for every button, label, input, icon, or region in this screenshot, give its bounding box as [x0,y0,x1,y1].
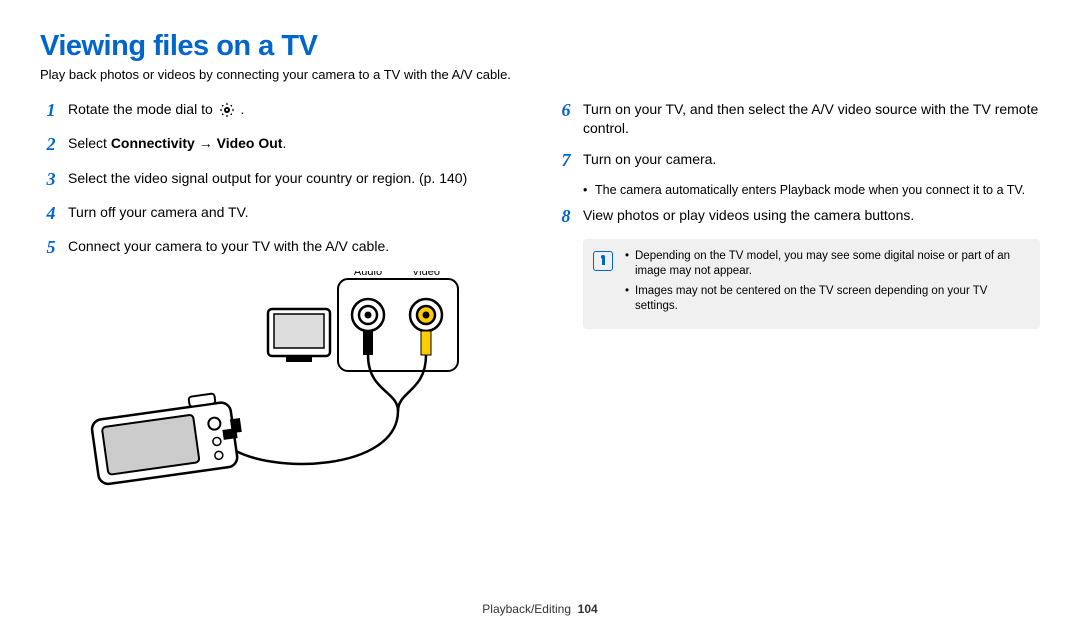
step-bold: Connectivity → Video Out [111,135,283,151]
step-text: Connect your camera to your TV with the … [68,235,525,256]
step-text: Select the video signal output for your … [68,167,525,188]
right-column: 6 Turn on your TV, and then select the A… [555,98,1040,501]
step-number: 5 [40,235,62,259]
page-footer: Playback/Editing 104 [0,602,1080,616]
step-number: 4 [40,201,62,225]
step-2: 2 Select Connectivity → Video Out. [40,132,525,156]
step-7: 7 Turn on your camera. [555,148,1040,172]
note-item: Depending on the TV model, you may see s… [625,249,1026,280]
step-sub-bullet: The camera automatically enters Playback… [583,182,1040,198]
note-item: Images may not be centered on the TV scr… [625,284,1026,315]
audio-label: Audio [354,271,382,278]
step-6: 6 Turn on your TV, and then select the A… [555,98,1040,138]
step-text: View photos or play videos using the cam… [583,204,1040,225]
step-number: 2 [40,132,62,156]
step-5: 5 Connect your camera to your TV with th… [40,235,525,259]
mode-dial-icon [219,102,235,118]
step-number: 6 [555,98,577,122]
step-number: 7 [555,148,577,172]
step-3: 3 Select the video signal output for you… [40,167,525,191]
step-number: 3 [40,167,62,191]
note-box: Depending on the TV model, you may see s… [583,239,1040,329]
step-number: 1 [40,98,62,122]
note-icon [593,251,613,271]
step-text: Rotate the mode dial to [68,101,217,117]
video-label: Video [412,271,440,278]
step-1: 1 Rotate the mode dial to . [40,98,525,122]
step-text: Turn off your camera and TV. [68,201,525,222]
step-text: Select [68,135,111,151]
page-title: Viewing files on a TV [40,30,1040,63]
page-subtitle: Play back photos or videos by connecting… [40,67,1040,82]
step-text: Turn on your camera. [583,148,1040,169]
step-number: 8 [555,204,577,228]
footer-section: Playback/Editing [482,602,571,616]
step-text-suffix: . [241,101,245,117]
av-cable-diagram: Audio Video [68,271,488,501]
left-column: 1 Rotate the mode dial to . 2 Select Con… [40,98,525,501]
step-8: 8 View photos or play videos using the c… [555,204,1040,228]
step-text-suffix: . [282,135,286,151]
step-text: Turn on your TV, and then select the A/V… [583,98,1040,138]
step-4: 4 Turn off your camera and TV. [40,201,525,225]
footer-page-number: 104 [578,602,598,616]
